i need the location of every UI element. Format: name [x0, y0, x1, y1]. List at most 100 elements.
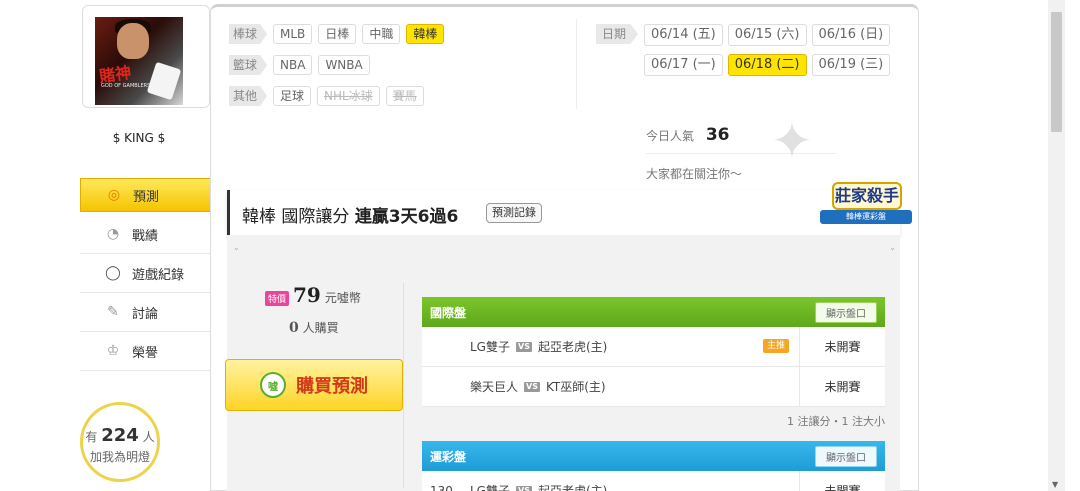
buy-prediction-button[interactable]: 噓 購買預測 — [225, 359, 403, 411]
main-panel: 棒球 MLB 日棒 中職 韓棒 籃球 NBA WNBA 其他 足球 NHL冰球 … — [210, 4, 919, 491]
date-label: 日期 — [596, 24, 639, 44]
avatar[interactable]: 賭神 GOD OF GAMBLERS — [95, 17, 183, 105]
sidebar-item-label: 預測 — [133, 189, 160, 205]
date-0619[interactable]: 06/19 (三) — [811, 54, 891, 76]
tag-cpbl[interactable]: 中職 — [362, 24, 401, 44]
show-odds-button[interactable]: 顯示盤口 — [815, 301, 877, 323]
circle-icon: ◯ — [105, 265, 121, 281]
category-row-baseball: 棒球 MLB 日棒 中職 韓棒 — [229, 24, 445, 44]
matchup: LG雙子 VS 起亞老虎(主) — [470, 482, 799, 491]
page-scrollbar[interactable]: ▼ — [1048, 0, 1065, 491]
chat-icon: ✎ — [107, 304, 119, 320]
category-label: 其他 — [229, 86, 268, 106]
badge-ribbon: 韓棒運彩盤 — [820, 210, 912, 224]
tag-soccer[interactable]: 足球 — [273, 86, 312, 106]
game-status: 未開賽 — [799, 366, 885, 407]
page: { "profile": { "username": "$ KING $", "… — [0, 0, 1080, 491]
sidebar-item-label: 遊戲紀錄 — [132, 267, 185, 283]
chart-icon: ◔ — [106, 226, 120, 242]
decorative-graphic: ✦ — [771, 112, 813, 170]
popularity: 今日人氣 36 — [646, 125, 730, 145]
tag-wnba[interactable]: WNBA — [318, 55, 370, 75]
fans-prefix: 有 — [85, 430, 98, 444]
fans-count: 224 — [101, 425, 139, 446]
vs-icon: VS — [516, 341, 532, 352]
price-unit: 元噓幣 — [324, 291, 361, 305]
tag-nhl: NHL冰球 — [317, 86, 380, 106]
category-label: 棒球 — [229, 24, 268, 44]
popularity-label: 今日人氣 — [646, 129, 695, 143]
target-icon: ◎ — [107, 187, 121, 203]
scroll-down-icon[interactable]: ▼ — [1052, 480, 1058, 489]
buy-button-label: 購買預測 — [296, 376, 368, 397]
sidebar-item-label: 戰績 — [132, 228, 159, 244]
page-title: 韓棒 國際讓分 連贏3天6過6 — [242, 202, 458, 227]
buyers-label: 人購買 — [302, 321, 339, 335]
tag-nba[interactable]: NBA — [273, 55, 313, 75]
prediction-content: ⌄ ⌄ 特價 79 元噓幣 0 人購買 噓 購買預測 國際盤 顯示盤口 LG雙子 — [225, 235, 900, 491]
date-0616[interactable]: 06/16 (日) — [811, 24, 891, 46]
tag-npb[interactable]: 日棒 — [318, 24, 357, 44]
date-0617[interactable]: 06/17 (一) — [644, 54, 723, 76]
category-row-other: 其他 足球 NHL冰球 賽馬 — [229, 86, 424, 106]
category-label: 籃球 — [229, 55, 268, 75]
show-odds-button[interactable]: 顯示盤口 — [815, 445, 877, 467]
special-tag: 特價 — [265, 291, 290, 306]
table-row: LG雙子 VS 起亞老虎(主) 主推 未開賽 — [422, 326, 885, 367]
bookie-killer-badge: 莊家殺手 韓棒運彩盤 — [816, 180, 916, 238]
game-status: 未開賽 — [799, 326, 885, 367]
sidebar-item-predict[interactable]: ◎ 預測 — [80, 178, 218, 212]
sidebar-item-game-log[interactable]: ◯ 遊戲紀錄 — [80, 254, 210, 293]
badge-title: 莊家殺手 — [832, 182, 902, 210]
matchup: 樂天巨人 VS KT巫師(主) — [470, 378, 799, 395]
home-team: KT巫師(主) — [545, 380, 606, 394]
international-market-header: 國際盤 顯示盤口 — [422, 297, 885, 327]
date-picker: 06/14 (五) 06/15 (六) 06/16 (日) 06/17 (一) … — [644, 24, 894, 76]
title-streak: 連贏3天6過6 — [354, 207, 459, 227]
table-row: 樂天巨人 VS KT巫師(主) 未開賽 — [422, 366, 885, 407]
vs-icon: VS — [524, 381, 540, 392]
prediction-record-button[interactable]: 預測記錄 — [486, 203, 542, 223]
date-0614[interactable]: 06/14 (五) — [644, 24, 723, 46]
profile-card: 賭神 GOD OF GAMBLERS — [82, 5, 210, 108]
away-team: 樂天巨人 — [470, 380, 519, 394]
coin-icon: 噓 — [260, 372, 286, 398]
matchup: LG雙子 VS 起亞老虎(主) — [470, 338, 799, 355]
popularity-value: 36 — [705, 125, 730, 145]
home-team: 起亞老虎(主) — [537, 484, 608, 491]
scrollbar-thumb[interactable] — [1051, 12, 1062, 132]
date-0615[interactable]: 06/15 (六) — [727, 24, 807, 46]
market-title: 運彩盤 — [430, 449, 467, 464]
tag-horse-racing: 賽馬 — [385, 86, 424, 106]
tag-mlb[interactable]: MLB — [273, 24, 313, 44]
sidebar-item-record[interactable]: ◔ 戰績 — [80, 215, 210, 254]
category-row-basketball: 籃球 NBA WNBA — [229, 55, 370, 75]
buyers-number: 0 — [289, 320, 299, 336]
sidebar-item-label: 討論 — [132, 306, 159, 322]
lottery-market-table: 運彩盤 顯示盤口 130 LG雙子 VS 起亞老虎(主) 未開賽 — [422, 441, 885, 491]
bet-summary: 1 注讓分・1 注大小 — [787, 415, 885, 428]
price-block: 特價 79 元噓幣 — [265, 283, 361, 307]
table-row: 130 LG雙子 VS 起亞老虎(主) 未開賽 — [422, 470, 885, 491]
username: $ KING $ — [112, 131, 166, 145]
fans-badge[interactable]: 有 224 人 加我為明燈 — [80, 402, 160, 482]
game-status: 未開賽 — [799, 470, 885, 491]
tag-kbo[interactable]: 韓棒 — [406, 24, 445, 44]
title-league: 韓棒 國際讓分 — [242, 207, 350, 227]
prediction-title-bar: 韓棒 國際讓分 連贏3天6過6 預測記錄 莊家殺手 韓棒運彩盤 — [227, 182, 912, 235]
sidebar-item-discuss[interactable]: ✎ 討論 — [80, 293, 210, 332]
game-number: 130 — [430, 483, 453, 491]
market-title: 國際盤 — [430, 305, 467, 320]
date-0618[interactable]: 06/18 (二) — [727, 54, 807, 76]
sidebar-item-label: 榮譽 — [132, 345, 159, 361]
fans-suffix: 人 — [142, 430, 155, 444]
away-team: LG雙子 — [470, 340, 510, 354]
buyers-count: 0 人購買 — [289, 319, 339, 336]
sidebar-menu: ◎ 預測 ◔ 戰績 ◯ 遊戲紀錄 ✎ 討論 ♔ 榮譽 — [80, 176, 218, 371]
sidebar-item-honor[interactable]: ♔ 榮譽 — [80, 332, 210, 371]
medal-icon: ♔ — [106, 343, 120, 359]
vs-icon: VS — [516, 485, 532, 491]
international-market-table: 國際盤 顯示盤口 LG雙子 VS 起亞老虎(主) 主推 未開賽 樂天巨人 VS … — [422, 297, 885, 407]
away-team: LG雙子 — [470, 484, 510, 491]
fans-tagline: 加我為明燈 — [89, 450, 150, 464]
